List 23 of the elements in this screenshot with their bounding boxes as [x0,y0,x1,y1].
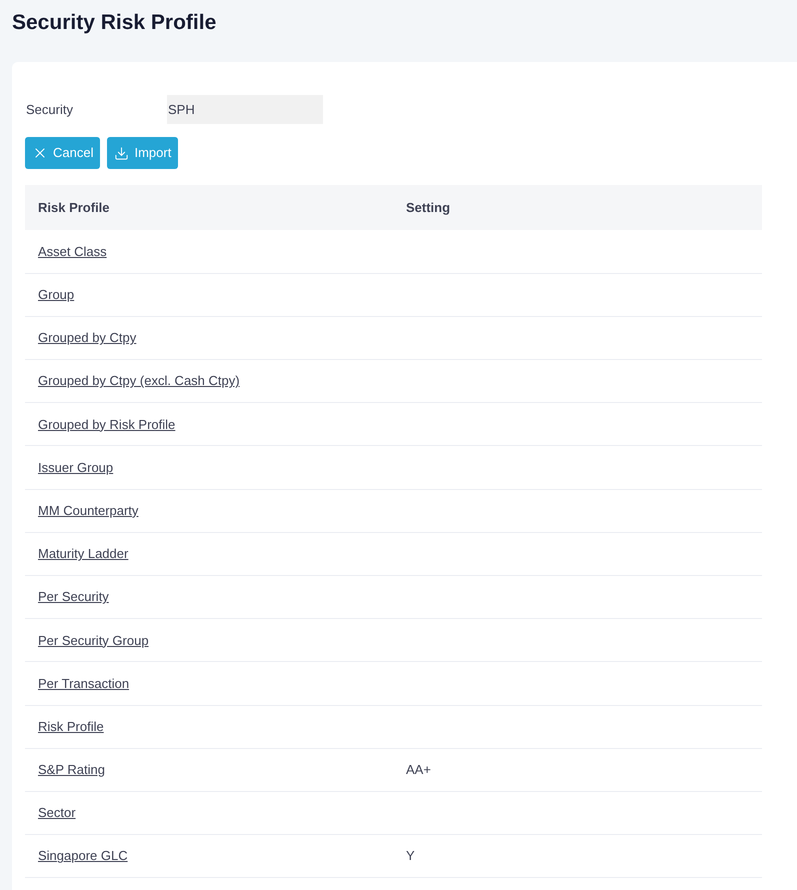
security-field[interactable]: SPH [167,95,323,124]
profile-link[interactable]: Maturity Ladder [38,546,128,562]
profile-link[interactable]: Grouped by Risk Profile [38,416,176,432]
download-icon [114,146,130,160]
page-title: Security Risk Profile [11,10,218,36]
profile-link[interactable]: Group [38,287,74,302]
profile-link[interactable]: Sector [38,805,76,820]
setting-value: AA+ [406,762,431,778]
column-header: Setting [393,185,762,230]
profile-link[interactable]: Risk Profile [38,718,104,734]
profile-link[interactable]: Per Security Group [38,632,149,648]
profile-link[interactable]: S&P Rating [38,762,105,778]
profile-link[interactable]: MM Counterparty [38,502,138,518]
profile-link[interactable]: Per Security [38,589,109,604]
profile-link[interactable]: Grouped by Ctpy [38,330,136,346]
column-header: Risk Profile [25,185,393,230]
profile-link[interactable]: Grouped by Ctpy (excl. Cash Ctpy) [38,373,240,388]
profile-link[interactable]: Per Transaction [38,676,130,691]
profile-link[interactable]: Asset Class [38,244,107,259]
setting-value: Y [406,848,415,864]
profile-link[interactable]: Issuer Group [38,460,114,475]
field-label: Security [25,100,74,119]
profile-link[interactable]: Singapore GLC [38,848,128,864]
